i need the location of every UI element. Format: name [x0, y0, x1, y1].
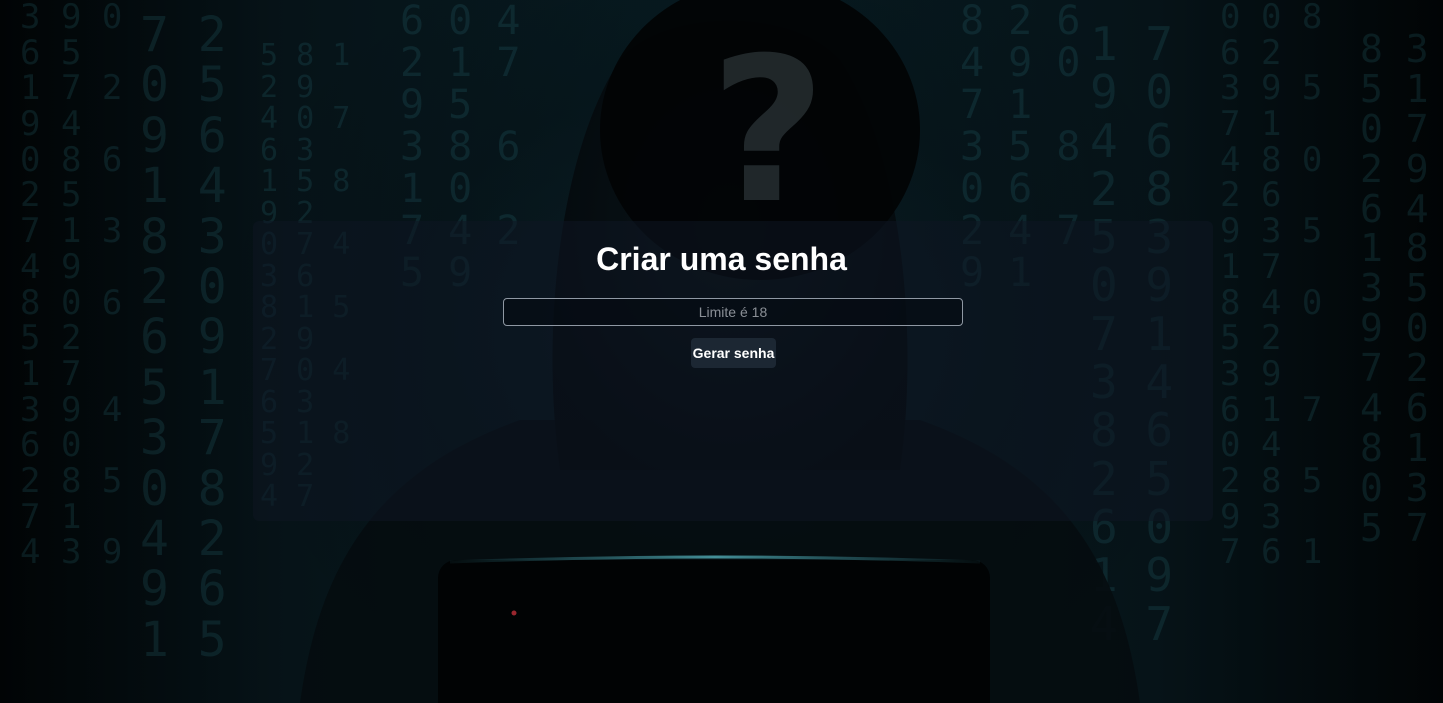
question-mark-symbol: ?	[710, 15, 826, 248]
generate-password-button[interactable]: Gerar senha	[691, 338, 776, 368]
password-length-input[interactable]	[503, 298, 963, 326]
page-title: Criar uma senha	[596, 241, 847, 277]
